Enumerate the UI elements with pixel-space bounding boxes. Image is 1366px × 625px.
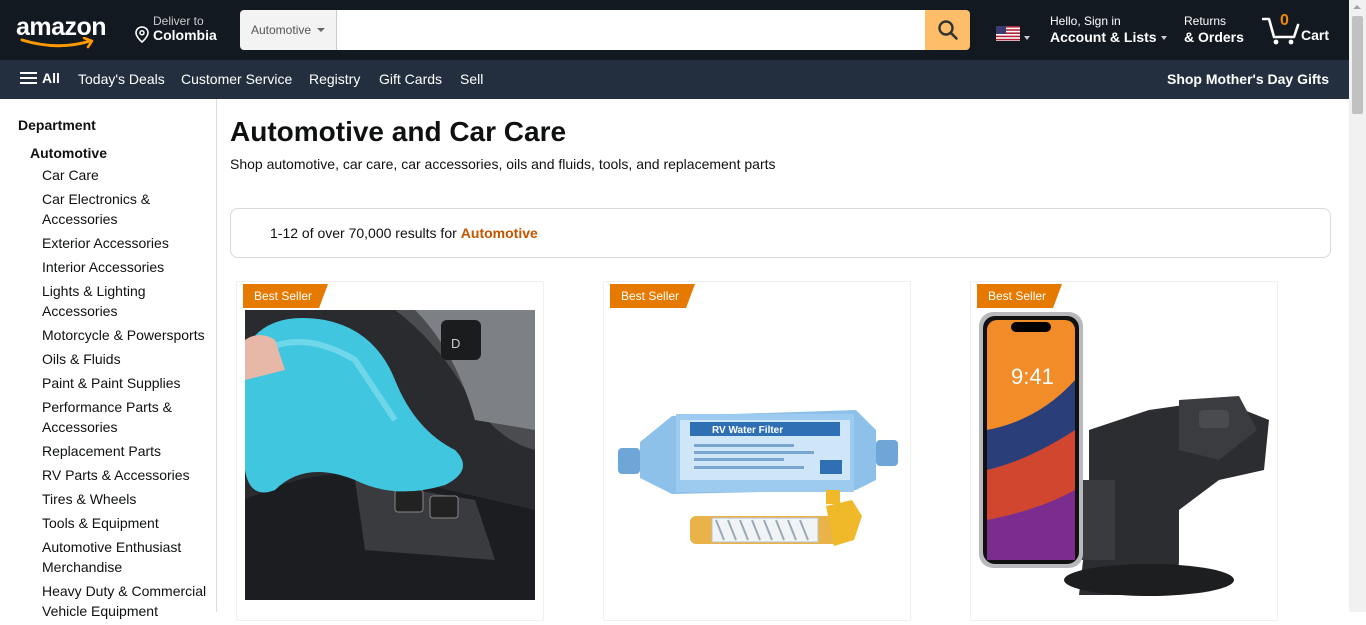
product-card[interactable]: RV Water Filter Best Seller <box>603 281 911 621</box>
nav-sell[interactable]: Sell <box>460 71 483 87</box>
sidebar-item-tools-equipment[interactable]: Tools & Equipment <box>42 513 214 533</box>
chevron-down-icon <box>1024 36 1030 40</box>
sidebar-item-heavy-duty[interactable]: Heavy Duty & Commercial Vehicle Equipmen… <box>42 581 214 621</box>
all-menu-button[interactable]: All <box>20 70 60 86</box>
nav-gift-cards[interactable]: Gift Cards <box>379 71 442 87</box>
scrollbar-thumb[interactable] <box>1352 16 1363 114</box>
amazon-logo[interactable]: amazon <box>14 10 122 50</box>
sidebar-item-enthusiast-merchandise[interactable]: Automotive Enthusiast Merchandise <box>42 537 214 577</box>
department-heading: Department <box>18 117 96 133</box>
sub-nav: All Today's Deals Customer Service Regis… <box>0 60 1349 99</box>
nav-todays-deals[interactable]: Today's Deals <box>78 71 165 87</box>
page-subtitle: Shop automotive, car care, car accessori… <box>230 156 776 172</box>
orders-label: & Orders <box>1184 29 1244 45</box>
chevron-down-icon <box>317 28 326 32</box>
best-seller-badge: Best Seller <box>610 284 695 308</box>
returns-orders[interactable]: Returns & Orders <box>1184 14 1244 45</box>
sidebar-item-oils-fluids[interactable]: Oils & Fluids <box>42 349 214 369</box>
hamburger-icon <box>20 71 37 85</box>
sidebar-item-rv-parts[interactable]: RV Parts & Accessories <box>42 465 214 485</box>
rv-water-filter-image[interactable]: RV Water Filter <box>612 310 902 600</box>
phone-time-text: 9:41 <box>1011 364 1054 389</box>
us-flag-icon <box>996 26 1020 41</box>
deliver-country: Colombia <box>153 27 217 43</box>
sidebar-item-car-care[interactable]: Car Care <box>42 165 214 185</box>
page-scrollbar[interactable] <box>1349 0 1366 612</box>
top-nav: amazon Deliver to Colombia Automotive He… <box>0 0 1349 60</box>
scroll-up-arrow-icon[interactable] <box>1353 5 1361 9</box>
cart-button[interactable]: 0 Cart <box>1262 12 1342 48</box>
smile-icon <box>20 37 94 49</box>
sidebar-item-lights[interactable]: Lights & Lighting Accessories <box>42 281 214 321</box>
account-greeting: Hello, Sign in <box>1050 14 1121 28</box>
search-button[interactable] <box>925 10 970 50</box>
department-list: Car Care Car Electronics & Accessories E… <box>42 165 214 625</box>
best-seller-badge: Best Seller <box>243 284 328 308</box>
cart-label: Cart <box>1301 27 1330 43</box>
sidebar-item-motorcycle[interactable]: Motorcycle & Powersports <box>42 325 214 345</box>
search-input[interactable] <box>337 10 925 50</box>
svg-text:D: D <box>451 336 460 351</box>
search-icon <box>937 20 958 40</box>
phone-car-mount-image[interactable]: 9:41 <box>979 310 1269 600</box>
best-seller-badge: Best Seller <box>977 284 1062 308</box>
current-department[interactable]: Automotive <box>30 145 107 161</box>
nav-registry[interactable]: Registry <box>309 71 360 87</box>
sidebar-item-car-electronics[interactable]: Car Electronics & Accessories <box>42 189 214 229</box>
location-pin-icon <box>135 26 149 43</box>
returns-label: Returns <box>1184 14 1227 28</box>
account-label: Account & Lists <box>1050 29 1157 45</box>
sidebar-item-exterior-accessories[interactable]: Exterior Accessories <box>42 233 214 253</box>
filter-label-text: RV Water Filter <box>712 425 783 436</box>
results-summary: 1-12 of over 70,000 results for Automoti… <box>230 208 1331 258</box>
mothers-day-promo-link[interactable]: Shop Mother's Day Gifts <box>1167 71 1329 87</box>
deliver-label: Deliver to <box>153 14 204 28</box>
search-bar: Automotive <box>240 10 970 50</box>
cart-count: 0 <box>1280 12 1289 29</box>
nav-customer-service[interactable]: Customer Service <box>181 71 292 87</box>
sidebar-item-paint[interactable]: Paint & Paint Supplies <box>42 373 214 393</box>
sidebar-item-performance-parts[interactable]: Performance Parts & Accessories <box>42 397 214 437</box>
search-category-dropdown[interactable]: Automotive <box>240 10 337 50</box>
department-sidebar: Department Automotive Car Care Car Elect… <box>0 99 217 619</box>
sidebar-item-replacement-parts[interactable]: Replacement Parts <box>42 441 214 461</box>
results-count: 1-12 of over 70,000 results for <box>270 225 457 241</box>
product-card[interactable]: 9:41 Best Seller <box>970 281 1278 621</box>
search-category-label: Automotive <box>251 23 312 37</box>
account-menu[interactable]: Hello, Sign in Account & Lists <box>1050 14 1167 45</box>
page-title: Automotive and Car Care <box>230 116 567 147</box>
sidebar-item-tires-wheels[interactable]: Tires & Wheels <box>42 489 214 509</box>
language-selector[interactable] <box>996 26 1030 46</box>
sidebar-item-interior-accessories[interactable]: Interior Accessories <box>42 257 214 277</box>
product-card[interactable]: D Best Seller <box>236 281 544 621</box>
results-query: Automotive <box>460 225 538 241</box>
cleaning-gel-image[interactable]: D <box>245 310 535 600</box>
all-label: All <box>42 70 60 86</box>
chevron-down-icon <box>1160 36 1167 41</box>
